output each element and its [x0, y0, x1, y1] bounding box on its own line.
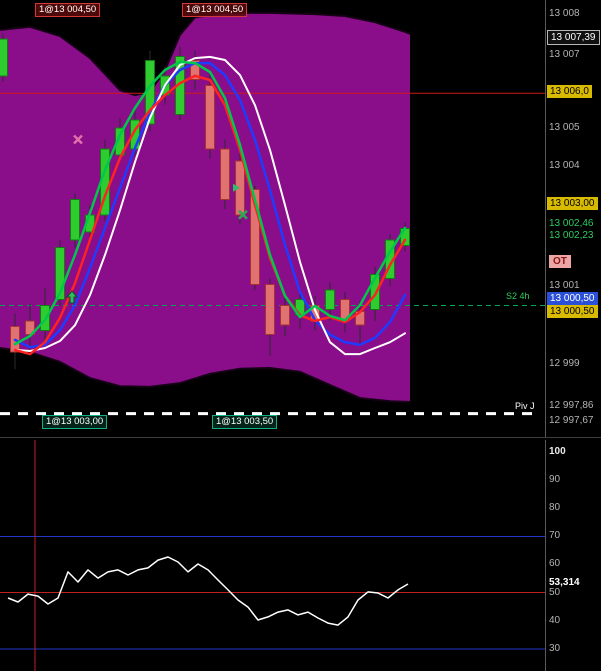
oscillator-line	[7, 556, 409, 626]
price-axis-label: 13 000,50	[547, 292, 598, 305]
indicator-axis-label: 40	[549, 615, 561, 626]
price-axis-label: 13 000,50	[547, 305, 598, 318]
price-axis-label: 13 004	[549, 160, 580, 171]
trading-platform-screen: S2 4h Piv J 1@13 004,50 1@13 004,50 1@13…	[0, 0, 601, 671]
order-flag-sell-2[interactable]: 1@13 004,50	[182, 3, 248, 17]
price-axis-label: 13 003,00	[547, 197, 598, 210]
indicator-axis-label: 30	[549, 643, 561, 654]
price-axis-label: 12 997,86	[549, 400, 594, 411]
main-price-chart[interactable]: S2 4h Piv J 1@13 004,50 1@13 004,50 1@13…	[0, 0, 545, 437]
price-axis-label: OT	[549, 255, 571, 268]
indicator-canvas[interactable]	[0, 440, 545, 671]
indicator-axis[interactable]: 100 90 80 70 60 53,314 50 40 30	[545, 440, 601, 671]
price-axis-label: 13 005	[549, 122, 580, 133]
price-axis-label: 13 001	[549, 280, 580, 291]
s2-level-label: S2 4h	[506, 291, 530, 301]
price-axis-label: 13 006,0	[547, 85, 592, 98]
indicator-axis-label: 80	[549, 502, 561, 513]
order-flag-sell-1[interactable]: 1@13 004,50	[35, 3, 101, 17]
main-chart-canvas[interactable]	[0, 0, 545, 437]
price-axis-label: 13 007,39	[547, 30, 600, 45]
price-axis-label: 12 999	[549, 358, 580, 369]
order-flag-buy-1[interactable]: 1@13 003,00	[42, 415, 108, 429]
pivot-level-label: Piv J	[515, 401, 535, 411]
indicator-axis-label: 90	[549, 474, 561, 485]
price-axis-label: 13 008	[549, 8, 580, 19]
indicator-panel[interactable]	[0, 440, 545, 671]
price-axis-label: 12 997,67	[549, 415, 594, 426]
order-flag-buy-2[interactable]: 1@13 003,50	[212, 415, 278, 429]
indicator-axis-label: 50	[549, 587, 561, 598]
indicator-axis-label: 100	[549, 446, 566, 457]
indicator-axis-label: 70	[549, 530, 561, 541]
indicator-axis-label: 60	[549, 558, 561, 569]
price-axis-label: 13 002,23	[549, 230, 594, 241]
price-axis[interactable]: 13 008 13 007,39 13 007 13 006,0 13 005 13 00…	[545, 0, 601, 437]
price-axis-label: 13 007	[549, 49, 580, 60]
